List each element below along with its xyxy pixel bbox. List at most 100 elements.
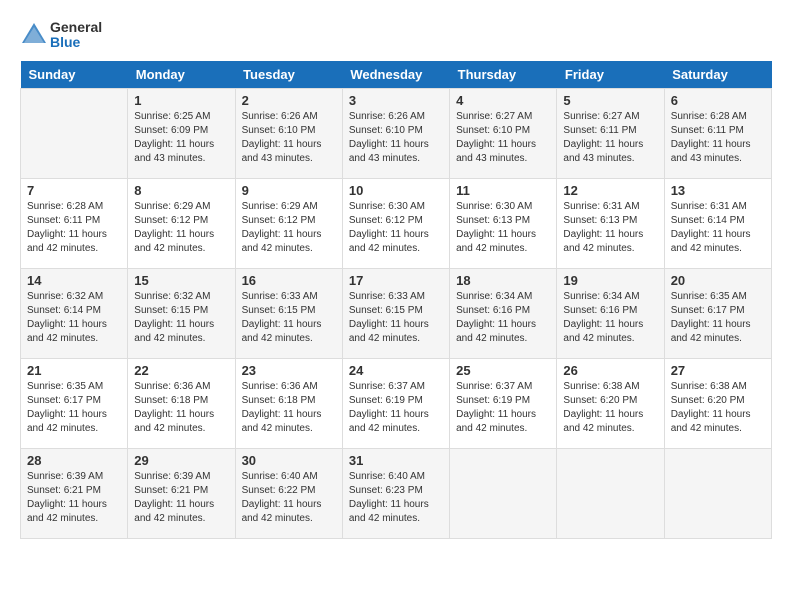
- day-info: Sunrise: 6:36 AMSunset: 6:18 PMDaylight:…: [134, 380, 228, 436]
- day-number: 31: [349, 453, 443, 468]
- day-info: Sunrise: 6:34 AMSunset: 6:16 PMDaylight:…: [456, 290, 550, 346]
- calendar-cell: 10 Sunrise: 6:30 AMSunset: 6:12 PMDayligh…: [342, 178, 449, 268]
- day-info: Sunrise: 6:31 AMSunset: 6:14 PMDaylight:…: [671, 200, 765, 256]
- day-info: Sunrise: 6:38 AMSunset: 6:20 PMDaylight:…: [671, 380, 765, 436]
- calendar-cell: 15Sunrise: 6:32 AMSunset: 6:15 PMDayligh…: [128, 268, 235, 358]
- day-info: Sunrise: 6:35 AMSunset: 6:17 PMDaylight:…: [671, 290, 765, 346]
- logo-text: General Blue: [20, 20, 102, 51]
- calendar-cell: 31 Sunrise: 6:40 AMSunset: 6:23 PMDayligh…: [342, 448, 449, 538]
- day-number: 11: [456, 183, 550, 198]
- weekday-header-sunday: Sunday: [21, 61, 128, 89]
- calendar-cell: 24Sunrise: 6:37 AMSunset: 6:19 PMDayligh…: [342, 358, 449, 448]
- weekday-header-monday: Monday: [128, 61, 235, 89]
- logo-blue: Blue: [50, 35, 102, 50]
- calendar-cell: 18 Sunrise: 6:34 AMSunset: 6:16 PMDayligh…: [450, 268, 557, 358]
- day-number: 26: [563, 363, 657, 378]
- calendar-cell: 14 Sunrise: 6:32 AMSunset: 6:14 PMDayligh…: [21, 268, 128, 358]
- calendar-cell: 8Sunrise: 6:29 AMSunset: 6:12 PMDaylight…: [128, 178, 235, 268]
- weekday-header-tuesday: Tuesday: [235, 61, 342, 89]
- day-number: 2: [242, 93, 336, 108]
- calendar-cell: 21 Sunrise: 6:35 AMSunset: 6:17 PMDayligh…: [21, 358, 128, 448]
- calendar-header-row: SundayMondayTuesdayWednesdayThursdayFrid…: [21, 61, 772, 89]
- day-info: Sunrise: 6:40 AMSunset: 6:23 PMDaylight:…: [349, 470, 443, 526]
- calendar-cell: 26 Sunrise: 6:38 AMSunset: 6:20 PMDayligh…: [557, 358, 664, 448]
- day-info: Sunrise: 6:36 AMSunset: 6:18 PMDaylight:…: [242, 380, 336, 436]
- day-number: 23: [242, 363, 336, 378]
- day-info: Sunrise: 6:28 AMSunset: 6:11 PMDaylight:…: [27, 200, 121, 256]
- day-number: 1: [134, 93, 228, 108]
- calendar-table: SundayMondayTuesdayWednesdayThursdayFrid…: [20, 61, 772, 539]
- day-info: Sunrise: 6:26 AMSunset: 6:10 PMDaylight:…: [242, 110, 336, 166]
- day-number: 27: [671, 363, 765, 378]
- page-header: General Blue: [20, 20, 772, 51]
- calendar-cell: 3 Sunrise: 6:26 AMSunset: 6:10 PMDaylight…: [342, 88, 449, 178]
- calendar-cell: 11 Sunrise: 6:30 AMSunset: 6:13 PMDayligh…: [450, 178, 557, 268]
- calendar-cell: 9 Sunrise: 6:29 AMSunset: 6:12 PMDaylight…: [235, 178, 342, 268]
- day-number: 6: [671, 93, 765, 108]
- day-number: 5: [563, 93, 657, 108]
- calendar-week-row: 7 Sunrise: 6:28 AMSunset: 6:11 PMDaylight…: [21, 178, 772, 268]
- calendar-cell: 16 Sunrise: 6:33 AMSunset: 6:15 PMDayligh…: [235, 268, 342, 358]
- day-number: 13: [671, 183, 765, 198]
- day-number: 22: [134, 363, 228, 378]
- calendar-cell: 27 Sunrise: 6:38 AMSunset: 6:20 PMDayligh…: [664, 358, 771, 448]
- calendar-cell: 20 Sunrise: 6:35 AMSunset: 6:17 PMDayligh…: [664, 268, 771, 358]
- day-number: 20: [671, 273, 765, 288]
- day-info: Sunrise: 6:27 AMSunset: 6:10 PMDaylight:…: [456, 110, 550, 166]
- weekday-header-thursday: Thursday: [450, 61, 557, 89]
- logo-general: General: [50, 20, 102, 35]
- day-info: Sunrise: 6:38 AMSunset: 6:20 PMDaylight:…: [563, 380, 657, 436]
- day-info: Sunrise: 6:32 AMSunset: 6:14 PMDaylight:…: [27, 290, 121, 346]
- calendar-week-row: 28Sunrise: 6:39 AMSunset: 6:21 PMDayligh…: [21, 448, 772, 538]
- day-number: 25: [456, 363, 550, 378]
- day-number: 24: [349, 363, 443, 378]
- weekday-header-saturday: Saturday: [664, 61, 771, 89]
- calendar-cell: 12Sunrise: 6:31 AMSunset: 6:13 PMDayligh…: [557, 178, 664, 268]
- day-number: 18: [456, 273, 550, 288]
- day-info: Sunrise: 6:29 AMSunset: 6:12 PMDaylight:…: [242, 200, 336, 256]
- calendar-cell: [450, 448, 557, 538]
- day-info: Sunrise: 6:26 AMSunset: 6:10 PMDaylight:…: [349, 110, 443, 166]
- day-info: Sunrise: 6:30 AMSunset: 6:12 PMDaylight:…: [349, 200, 443, 256]
- calendar-cell: [557, 448, 664, 538]
- calendar-cell: 17 Sunrise: 6:33 AMSunset: 6:15 PMDayligh…: [342, 268, 449, 358]
- day-info: Sunrise: 6:39 AMSunset: 6:21 PMDaylight:…: [27, 470, 121, 526]
- day-info: Sunrise: 6:40 AMSunset: 6:22 PMDaylight:…: [242, 470, 336, 526]
- calendar-cell: 2 Sunrise: 6:26 AMSunset: 6:10 PMDaylight…: [235, 88, 342, 178]
- day-number: 10: [349, 183, 443, 198]
- day-info: Sunrise: 6:37 AMSunset: 6:19 PMDaylight:…: [456, 380, 550, 436]
- day-number: 4: [456, 93, 550, 108]
- calendar-cell: 4 Sunrise: 6:27 AMSunset: 6:10 PMDaylight…: [450, 88, 557, 178]
- day-info: Sunrise: 6:35 AMSunset: 6:17 PMDaylight:…: [27, 380, 121, 436]
- day-info: Sunrise: 6:33 AMSunset: 6:15 PMDaylight:…: [242, 290, 336, 346]
- day-info: Sunrise: 6:25 AMSunset: 6:09 PMDaylight:…: [134, 110, 228, 166]
- day-number: 14: [27, 273, 121, 288]
- calendar-cell: [664, 448, 771, 538]
- day-info: Sunrise: 6:39 AMSunset: 6:21 PMDaylight:…: [134, 470, 228, 526]
- calendar-cell: 28Sunrise: 6:39 AMSunset: 6:21 PMDayligh…: [21, 448, 128, 538]
- day-number: 9: [242, 183, 336, 198]
- calendar-cell: 30 Sunrise: 6:40 AMSunset: 6:22 PMDayligh…: [235, 448, 342, 538]
- day-number: 16: [242, 273, 336, 288]
- calendar-cell: 13 Sunrise: 6:31 AMSunset: 6:14 PMDayligh…: [664, 178, 771, 268]
- day-info: Sunrise: 6:30 AMSunset: 6:13 PMDaylight:…: [456, 200, 550, 256]
- day-number: 3: [349, 93, 443, 108]
- logo-graphic: [20, 21, 48, 49]
- calendar-cell: 5 Sunrise: 6:27 AMSunset: 6:11 PMDaylight…: [557, 88, 664, 178]
- day-info: Sunrise: 6:33 AMSunset: 6:15 PMDaylight:…: [349, 290, 443, 346]
- day-number: 7: [27, 183, 121, 198]
- calendar-cell: 6Sunrise: 6:28 AMSunset: 6:11 PMDaylight…: [664, 88, 771, 178]
- weekday-header-friday: Friday: [557, 61, 664, 89]
- day-number: 8: [134, 183, 228, 198]
- day-number: 15: [134, 273, 228, 288]
- calendar-cell: 1 Sunrise: 6:25 AMSunset: 6:09 PMDaylight…: [128, 88, 235, 178]
- day-number: 30: [242, 453, 336, 468]
- weekday-header-wednesday: Wednesday: [342, 61, 449, 89]
- day-number: 21: [27, 363, 121, 378]
- calendar-week-row: 21 Sunrise: 6:35 AMSunset: 6:17 PMDayligh…: [21, 358, 772, 448]
- calendar-body: 1 Sunrise: 6:25 AMSunset: 6:09 PMDaylight…: [21, 88, 772, 538]
- calendar-cell: [21, 88, 128, 178]
- day-number: 17: [349, 273, 443, 288]
- day-info: Sunrise: 6:27 AMSunset: 6:11 PMDaylight:…: [563, 110, 657, 166]
- calendar-cell: 23 Sunrise: 6:36 AMSunset: 6:18 PMDayligh…: [235, 358, 342, 448]
